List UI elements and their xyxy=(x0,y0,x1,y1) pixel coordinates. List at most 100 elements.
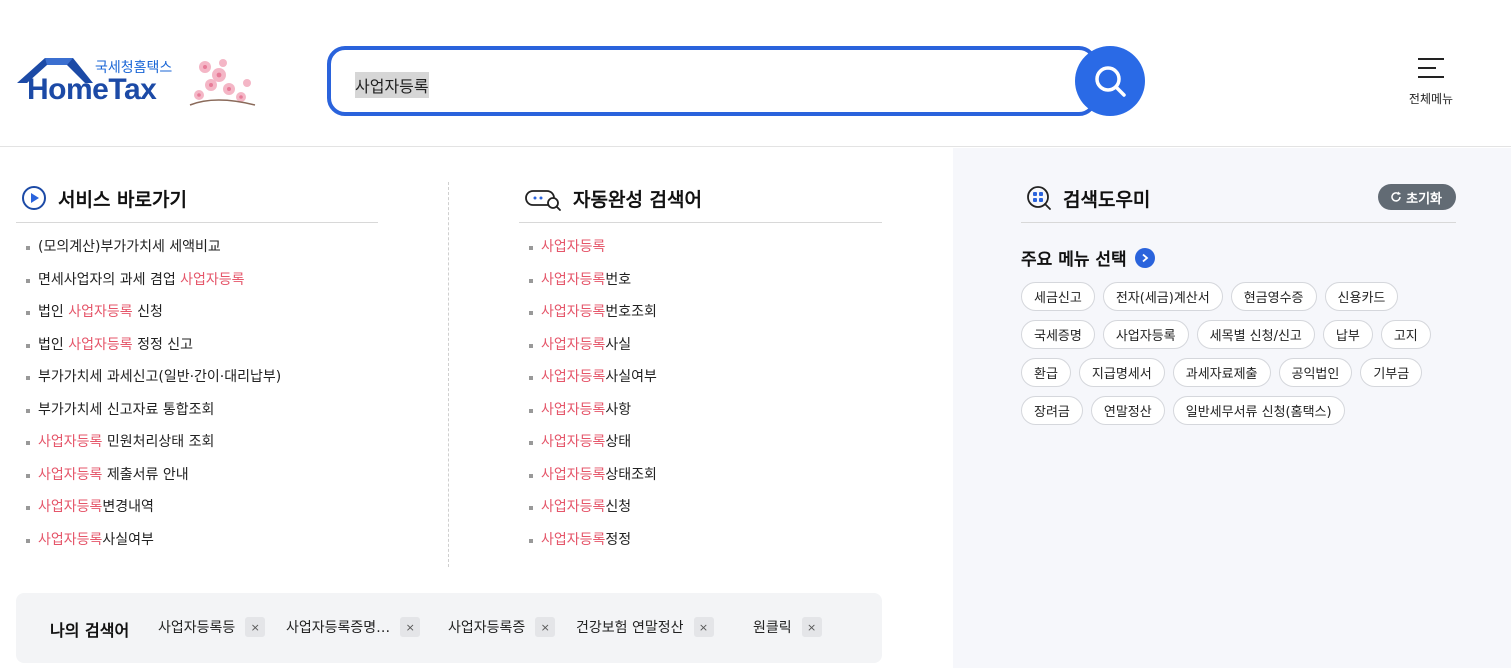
autocomplete-item[interactable]: 사업자등록정정 xyxy=(519,530,882,563)
menu-chip[interactable]: 일반세무서류 신청(홈택스) xyxy=(1172,396,1345,425)
refresh-icon xyxy=(1391,191,1402,202)
autocomplete-item[interactable]: 사업자등록번호 xyxy=(519,270,882,303)
service-shortcut-item[interactable]: 부가가치세 과세신고(일반·간이·대리납부) xyxy=(16,367,378,400)
reset-button[interactable]: 초기화 xyxy=(1378,184,1456,210)
recent-search-item[interactable]: 사업자등록증명… × xyxy=(286,617,421,637)
item-text: 정정 xyxy=(605,531,632,548)
my-searches-label: 나의 검색어 xyxy=(50,621,130,640)
menu-chip[interactable]: 전자(세금)계산서 xyxy=(1102,282,1223,311)
highlight-text: 사업자등록 xyxy=(541,336,606,353)
recent-search-item[interactable]: 원클릭 × xyxy=(753,617,822,637)
recent-search-text[interactable]: 원클릭 xyxy=(753,617,792,637)
item-text: 사항 xyxy=(605,401,632,418)
search-icon xyxy=(1095,66,1126,97)
service-shortcut-item[interactable]: 사업자등록변경내역 xyxy=(16,497,378,530)
service-shortcut-item[interactable]: 법인 사업자등록 정정 신고 xyxy=(16,335,378,368)
service-shortcut-item[interactable]: 사업자등록사실여부 xyxy=(16,530,378,563)
menu-chip[interactable]: 신용카드 xyxy=(1324,282,1399,311)
menu-chip[interactable]: 세금신고 xyxy=(1021,282,1095,311)
main-menu-select-title[interactable]: 주요 메뉴 선택 xyxy=(1021,245,1456,270)
item-text: 신청 xyxy=(132,304,163,320)
item-text: 신청 xyxy=(605,499,632,515)
recent-search-text[interactable]: 사업자등록등 xyxy=(158,617,235,637)
play-circle-icon xyxy=(22,186,46,210)
highlight-text: 사업자등록 xyxy=(68,304,133,320)
menu-chip[interactable]: 지급명세서 xyxy=(1078,358,1165,387)
menu-chip[interactable]: 납부 xyxy=(1322,320,1373,349)
highlight-text: 사업자등록 xyxy=(541,466,606,483)
recent-search-text[interactable]: 사업자등록증 xyxy=(448,617,525,637)
grid-search-icon xyxy=(1027,186,1051,210)
highlight-text: 사업자등록 xyxy=(180,271,245,288)
service-shortcut-item[interactable]: 면세사업자의 과세 겸업 사업자등록 xyxy=(16,270,378,303)
menu-chip[interactable]: 국세증명 xyxy=(1021,320,1095,349)
autocomplete-item[interactable]: 사업자등록상태조회 xyxy=(519,465,882,498)
menu-chip[interactable]: 고지 xyxy=(1380,320,1431,349)
autocomplete-item[interactable]: 사업자등록상태 xyxy=(519,432,882,465)
service-shortcut-item[interactable]: 법인 사업자등록 신청 xyxy=(16,302,378,335)
highlight-text: 사업자등록 xyxy=(38,466,103,483)
menu-chip[interactable]: 공익법인 xyxy=(1278,358,1353,387)
highlight-text: 사업자등록 xyxy=(541,271,606,288)
item-text: 제출서류 안내 xyxy=(102,466,189,483)
item-text: 번호조회 xyxy=(605,304,657,320)
search-bubble-icon xyxy=(525,190,561,211)
close-icon[interactable]: × xyxy=(801,617,822,637)
recent-search-item[interactable]: 건강보험 연말정산 × xyxy=(576,617,714,637)
menu-chip[interactable]: 장려금 xyxy=(1021,396,1083,425)
service-shortcut-item[interactable]: 부가가치세 신고자료 통합조회 xyxy=(16,400,378,433)
highlight-text: 사업자등록 xyxy=(38,434,103,450)
service-shortcut-list: (모의계산)부가가치세 세액비교 면세사업자의 과세 겸업 사업자등록 법인 사업자… xyxy=(16,237,378,562)
menu-chip[interactable]: 세목별 신청/신고 xyxy=(1196,320,1315,349)
item-text: 민원처리상태 조회 xyxy=(102,434,215,450)
highlight-text: 사업자등록 xyxy=(541,499,606,515)
menu-chip[interactable]: 현금영수증 xyxy=(1230,282,1317,311)
item-text: 부가가치세 과세신고(일반·간이·대리납부) xyxy=(38,369,282,385)
highlight-text: 사업자등록 xyxy=(541,434,606,450)
all-menu-label: 전체메뉴 xyxy=(1408,92,1454,106)
recent-search-text[interactable]: 건강보험 연말정산 xyxy=(576,617,684,637)
header: 국세청홈택스 HomeTax 사업자등록 전체메뉴 xyxy=(0,0,1511,147)
hometax-logo[interactable]: 국세청홈택스 HomeTax xyxy=(15,55,260,113)
item-text: 법인 xyxy=(38,304,69,320)
close-icon[interactable]: × xyxy=(400,617,421,637)
search-input[interactable]: 사업자등록 xyxy=(327,46,1097,116)
search-query-text[interactable]: 사업자등록 xyxy=(355,72,429,98)
autocomplete-item[interactable]: 사업자등록번호조회 xyxy=(519,302,882,335)
cherry-blossom-icon xyxy=(189,59,256,106)
service-shortcut-item[interactable]: 사업자등록 제출서류 안내 xyxy=(16,465,378,498)
service-shortcut-item[interactable]: 사업자등록 민원처리상태 조회 xyxy=(16,432,378,465)
hamburger-icon xyxy=(1418,58,1444,80)
logo-english-text: HomeTax xyxy=(27,73,157,106)
recent-search-item[interactable]: 사업자등록등 × xyxy=(158,617,266,637)
autocomplete-item[interactable]: 사업자등록신청 xyxy=(519,497,882,530)
item-text: 사실여부 xyxy=(102,531,154,548)
autocomplete-item[interactable]: 사업자등록사실 xyxy=(519,335,882,368)
service-shortcut-item[interactable]: (모의계산)부가가치세 세액비교 xyxy=(16,237,378,270)
highlight-text: 사업자등록 xyxy=(541,304,606,320)
item-text: 법인 xyxy=(38,336,69,353)
highlight-text: 사업자등록 xyxy=(541,369,606,385)
close-icon[interactable]: × xyxy=(245,617,266,637)
column-divider xyxy=(448,182,449,567)
autocomplete-item[interactable]: 사업자등록사항 xyxy=(519,400,882,433)
menu-chip[interactable]: 연말정산 xyxy=(1090,396,1165,425)
menu-chip[interactable]: 환급 xyxy=(1021,358,1071,387)
search-button[interactable] xyxy=(1075,46,1145,116)
menu-chip[interactable]: 과세자료제출 xyxy=(1172,358,1271,387)
item-text: 변경내역 xyxy=(102,499,154,515)
service-shortcut-section: 서비스 바로가기 (모의계산)부가가치세 세액비교 면세사업자의 과세 겸업 사업… xyxy=(16,182,378,562)
recent-search-text[interactable]: 사업자등록증명… xyxy=(286,617,390,637)
close-icon[interactable]: × xyxy=(693,617,714,637)
close-icon[interactable]: × xyxy=(535,617,556,637)
recent-search-item[interactable]: 사업자등록증 × xyxy=(448,617,556,637)
autocomplete-item[interactable]: 사업자등록 xyxy=(519,237,882,270)
menu-chip[interactable]: 사업자등록 xyxy=(1102,320,1189,349)
chevron-right-icon[interactable] xyxy=(1134,247,1155,268)
all-menu-button[interactable]: 전체메뉴 xyxy=(1400,58,1462,108)
search-helper-section: 검색도우미 초기화 주요 메뉴 선택 세금신고 전자(세금)계산서 현금영수증 신용카… xyxy=(1021,182,1456,425)
menu-chip[interactable]: 기부금 xyxy=(1360,358,1423,387)
item-text: 사실여부 xyxy=(605,369,657,385)
main-menu-chips: 세금신고 전자(세금)계산서 현금영수증 신용카드국세증명 사업자등록 세목별 신청/신고… xyxy=(1021,282,1451,425)
autocomplete-item[interactable]: 사업자등록사실여부 xyxy=(519,367,882,400)
